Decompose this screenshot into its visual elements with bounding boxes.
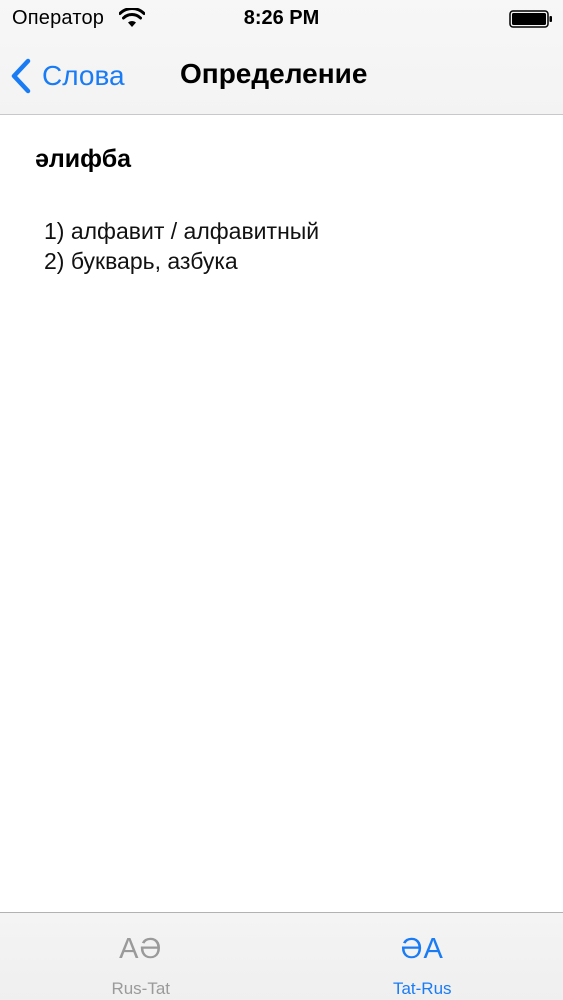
tab-tat-rus[interactable]: ƏA Tat-Rus	[282, 913, 563, 1000]
navigation-bar: Слова Определение	[0, 38, 563, 114]
status-bar: Оператор 8:26 PM	[0, 0, 563, 38]
back-button-label: Слова	[42, 60, 125, 91]
header: Оператор 8:26 PM Слова Определение	[0, 0, 563, 115]
tab-bar: AƏ Rus-Tat ƏA Tat-Rus	[0, 912, 563, 1000]
page-title: Определение	[180, 58, 368, 89]
back-button[interactable]: Слова	[10, 54, 125, 98]
app-screen: Оператор 8:26 PM Слова Определение әлифб…	[0, 0, 563, 1000]
chevron-left-icon	[11, 58, 31, 94]
tab-label: Tat-Rus	[392, 979, 452, 998]
tat-rus-icon: ƏA	[400, 933, 444, 965]
definition-item: 2) букварь, азбука	[44, 248, 238, 274]
entry-word: әлифба	[35, 145, 132, 173]
rus-tat-icon: AƏ	[119, 933, 163, 965]
battery-icon	[509, 10, 552, 28]
tab-rus-tat[interactable]: AƏ Rus-Tat	[0, 913, 282, 1000]
tab-label: Rus-Tat	[111, 979, 171, 998]
definition-list: 1) алфавит / алфавитный 2) букварь, азбу…	[44, 216, 319, 276]
definition-item: 1) алфавит / алфавитный	[44, 218, 320, 244]
definition-content: әлифба 1) алфавит / алфавитный 2) буквар…	[0, 115, 563, 912]
status-time: 8:26 PM	[243, 7, 320, 29]
